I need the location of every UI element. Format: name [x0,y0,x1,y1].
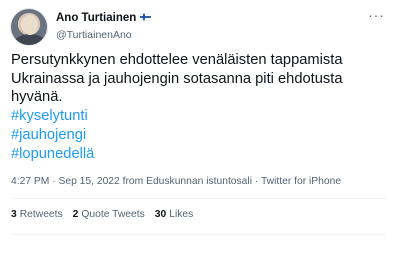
likes-label: Likes [169,209,194,220]
quote-tweets-count: 2 [72,209,79,220]
author-display-name[interactable]: Ano Turtiainen [56,12,136,24]
retweets-count: 3 [11,209,17,220]
tweet-timestamp[interactable]: 4:27 PM · Sep 15, 2022 from Eduskunnan i… [11,176,341,187]
author-handle[interactable]: @TurtiainenAno [56,29,132,41]
finnish-flag-icon [140,13,152,21]
hashtag-link[interactable]: #jauhojengi [11,126,386,145]
tweet-stats: 3 Retweets 2 Quote Tweets 30 Likes [11,209,193,220]
hashtag-link[interactable]: #kyselytunti [11,107,386,126]
quote-tweets-stat[interactable]: 2 Quote Tweets [73,209,145,220]
tweet-card: Ano Turtiainen @TurtiainenAno ··· Persut… [0,0,397,265]
tweet-text: Persutynkkynen ehdottelee venäläisten ta… [11,51,386,163]
likes-stat[interactable]: 30 Likes [155,209,194,220]
retweets-stat[interactable]: 3 Retweets [11,209,63,220]
avatar-face [22,15,38,35]
avatar-shoulders [15,34,45,45]
tweet-text-line: Persutynkkynen ehdottelee venäläisten ta… [11,52,343,68]
tweet-text-line: Ukrainassa ja jauhojengin sotasanna piti… [11,70,343,87]
hashtag-link[interactable]: #lopunedellä [11,145,386,164]
retweets-label: Retweets [19,209,63,220]
quote-tweets-label: Quote Tweets [81,209,145,220]
divider [11,198,386,199]
author-name-row[interactable]: Ano Turtiainen [56,12,152,24]
more-options-icon[interactable]: ··· [368,8,385,22]
author-avatar[interactable] [10,8,48,46]
tweet-text-line: hyvänä. [11,89,63,106]
likes-count: 30 [154,209,167,220]
divider [11,234,386,235]
